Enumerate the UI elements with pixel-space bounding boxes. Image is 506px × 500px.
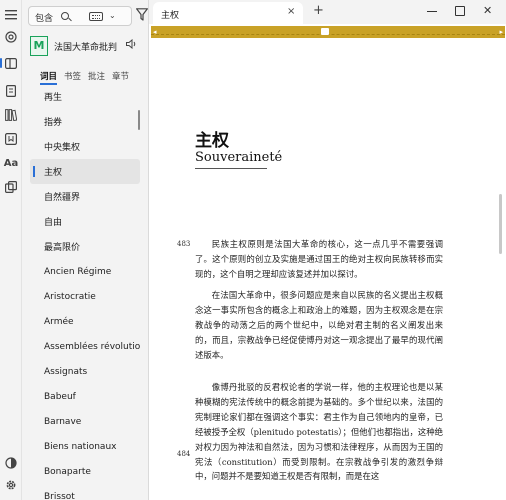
- sidebar-panel-icon[interactable]: [0, 56, 18, 70]
- book-page: 主权 Souveraineté 483 民族主权原则是法国大革命的核心，这一点几…: [149, 40, 489, 500]
- page-scrollbar[interactable]: [499, 44, 502, 500]
- page-scrollbar-thumb[interactable]: [499, 194, 502, 254]
- sidebar-tabs: 词目 书签 批注 章节: [36, 70, 146, 85]
- tab-entries[interactable]: 词目: [40, 70, 58, 85]
- settings-icon[interactable]: [4, 478, 18, 492]
- tab-bar: 主权 × + ✕: [149, 0, 506, 24]
- close-window-button[interactable]: ✕: [483, 5, 493, 16]
- entry-list-item[interactable]: 主权: [30, 159, 140, 184]
- page-number: 483: [177, 240, 191, 248]
- paragraph: 民族主权原则是法国大革命的核心，这一点几乎不需要强调了。这个原则的创立及实施是通…: [195, 237, 443, 282]
- tab-close-icon[interactable]: ×: [287, 6, 295, 17]
- document-icon[interactable]: [4, 84, 18, 98]
- entry-heading: 主权: [195, 131, 229, 151]
- tab-chapters[interactable]: 章节: [112, 70, 129, 82]
- entry-list-item[interactable]: Brissot: [30, 484, 140, 500]
- entry-subheading: Souveraineté: [195, 150, 283, 165]
- entry-list-item[interactable]: 自由: [30, 209, 140, 234]
- menu-icon[interactable]: [4, 8, 18, 22]
- page-number: 484: [177, 450, 191, 458]
- tab-title: 主权: [161, 11, 180, 21]
- current-book[interactable]: M 法国大革命批判: [28, 34, 146, 58]
- tab-annotations[interactable]: 批注: [88, 70, 105, 82]
- paragraph-text: 在法国大革命中，很多问题应是来自以民族的名义提出主权概念这一事实所包含的概念上和…: [195, 290, 443, 360]
- book-title: 法国大革命批判: [54, 43, 118, 53]
- entry-list-item[interactable]: 中央集权: [30, 134, 140, 159]
- tab-bookmarks[interactable]: 书签: [64, 70, 81, 82]
- reading-progress-bar[interactable]: ◂ ▸: [151, 26, 505, 38]
- progress-left-marker[interactable]: ◂: [153, 28, 157, 36]
- entry-list-item[interactable]: 再生: [30, 84, 140, 109]
- speaker-icon[interactable]: [126, 38, 137, 52]
- library-icon[interactable]: [4, 108, 18, 122]
- tab-current[interactable]: 主权 ×: [153, 2, 303, 24]
- bookmark-icon[interactable]: [4, 132, 18, 146]
- entry-list-item[interactable]: Bonaparte: [30, 459, 140, 484]
- entry-list-item[interactable]: Assemblées révolutionnaires: [30, 334, 140, 359]
- paragraph-text: 像博丹批驳的反君权论者的学说一样，他的主权理论也是以某种模糊的宪法传统中的概念前…: [195, 382, 443, 482]
- entry-list-item[interactable]: Armée: [30, 309, 140, 334]
- heading-rule: [195, 168, 267, 169]
- search-mode-label[interactable]: 包含: [35, 11, 53, 24]
- new-tab-button[interactable]: +: [313, 3, 324, 18]
- progress-handle[interactable]: [321, 28, 329, 35]
- copy-icon[interactable]: [4, 180, 18, 194]
- paragraph: 在法国大革命中，很多问题应是来自以民族的名义提出主权概念这一事实所包含的概念上和…: [195, 288, 443, 363]
- at-icon[interactable]: [4, 30, 18, 44]
- reader-window: 主权 × + ✕ ◂ ▸ 主权 Souveraineté 483 民族主权原则是…: [148, 0, 506, 500]
- entry-list: 再生 指券 中央集权 主权 自然疆界 自由 最高限价 Ancien Régime Aristoc…: [30, 84, 140, 500]
- entry-list-item[interactable]: Barnave: [30, 409, 140, 434]
- entry-list-item[interactable]: 自然疆界: [30, 184, 140, 209]
- entry-list-item[interactable]: Biens nationaux: [30, 434, 140, 459]
- entry-list-scrollbar[interactable]: [138, 110, 140, 130]
- entry-list-item[interactable]: 指券: [30, 109, 140, 134]
- progress-right-marker[interactable]: ▸: [499, 28, 503, 36]
- filter-icon[interactable]: [136, 8, 148, 22]
- paragraph: 像博丹批驳的反君权论者的学说一样，他的主权理论也是以某种模糊的宪法传统中的概念前…: [195, 380, 443, 484]
- book-badge: M: [30, 36, 48, 56]
- entry-list-item[interactable]: Ancien Régime: [30, 259, 140, 284]
- font-icon[interactable]: Aa: [4, 156, 19, 170]
- chevron-down-icon[interactable]: ⌄: [109, 11, 116, 20]
- minimize-button[interactable]: [427, 6, 437, 16]
- search-icon[interactable]: [61, 12, 69, 20]
- entry-list-item[interactable]: Aristocratie: [30, 284, 140, 309]
- paragraph-text: 民族主权原则是法国大革命的核心，这一点几乎不需要强调了。这个原则的创立及实施是通…: [195, 239, 443, 279]
- theme-icon[interactable]: [4, 456, 18, 470]
- app-rail: Aa: [0, 0, 22, 500]
- maximize-button[interactable]: [455, 6, 465, 16]
- entry-list-item[interactable]: Babeuf: [30, 384, 140, 409]
- search-box[interactable]: 包含 ⌄: [28, 6, 132, 26]
- keyboard-icon[interactable]: [89, 12, 103, 21]
- entry-list-item[interactable]: 最高限价: [30, 234, 140, 259]
- entry-list-item[interactable]: Assignats: [30, 359, 140, 384]
